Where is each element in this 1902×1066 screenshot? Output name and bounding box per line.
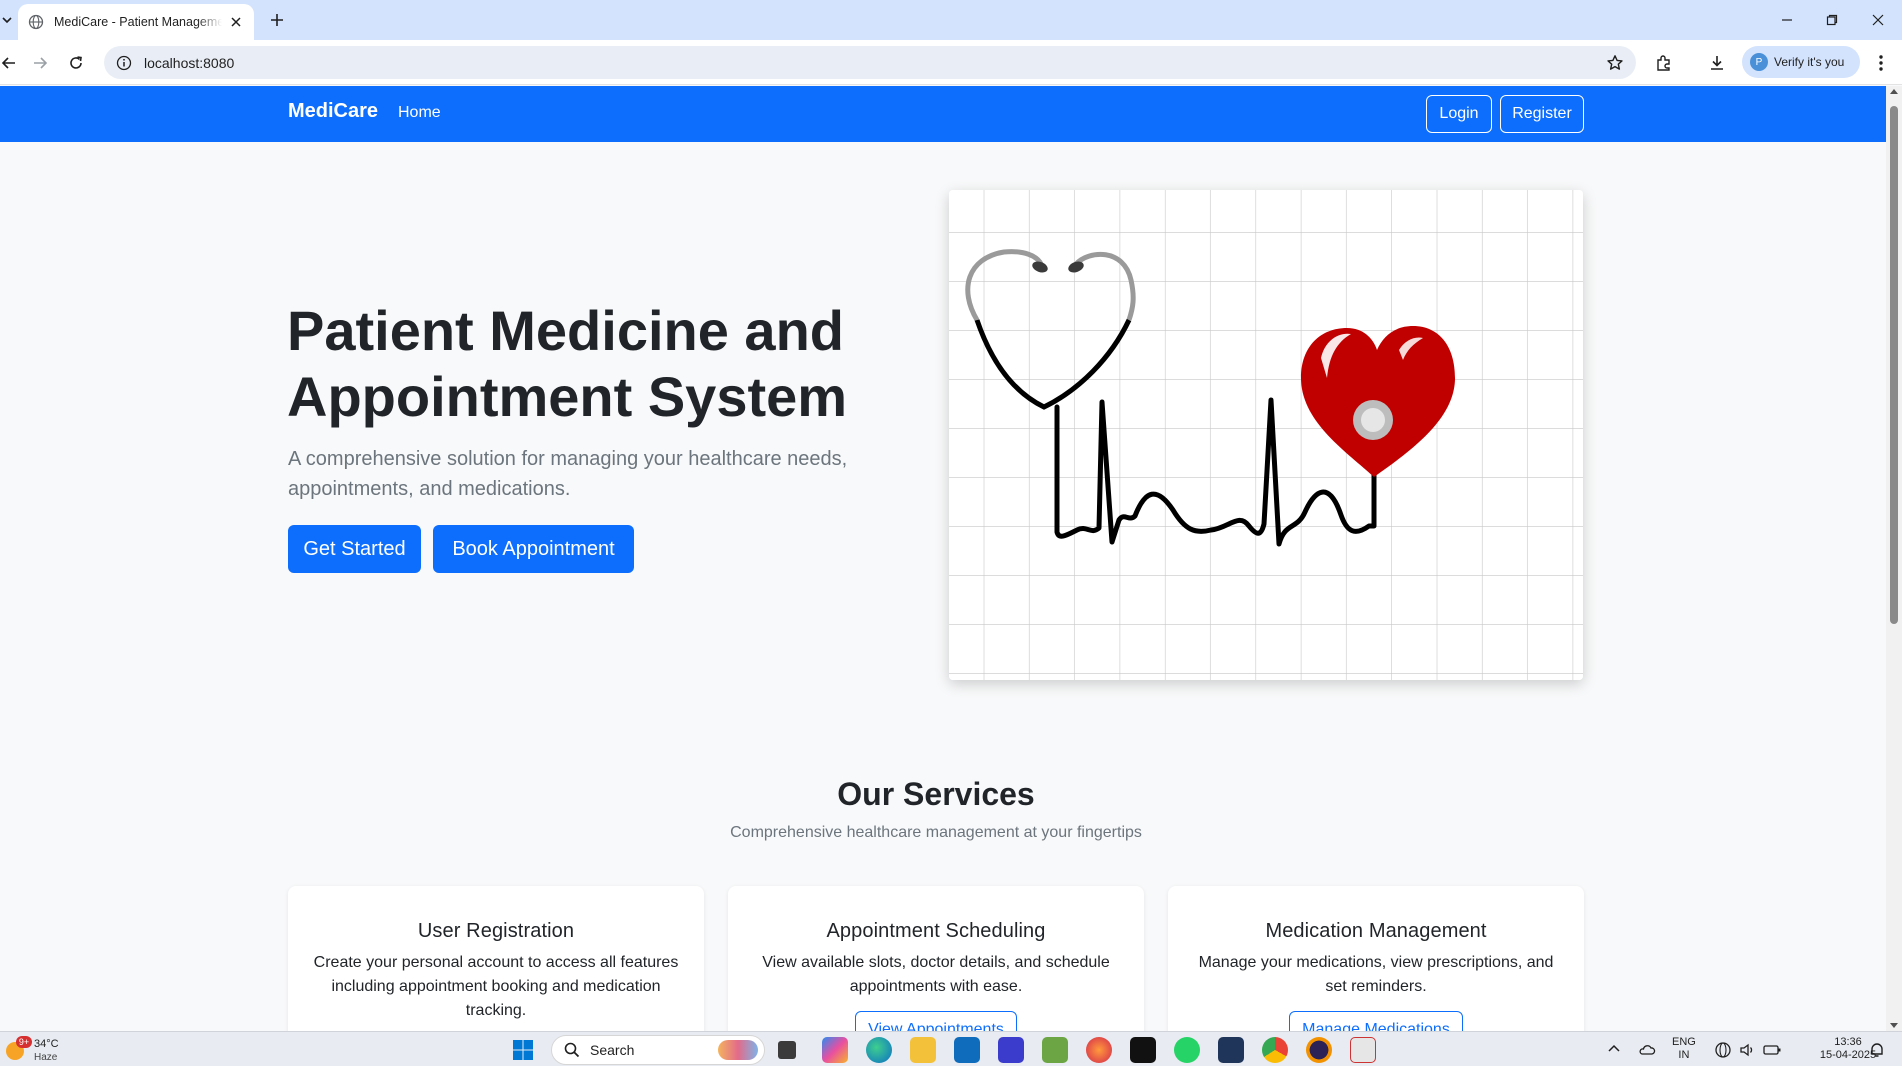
outlook-icon[interactable]: [954, 1037, 980, 1063]
globe-icon: [28, 14, 44, 30]
login-button[interactable]: Login: [1426, 95, 1492, 133]
service-card-user-registration: User Registration Create your personal a…: [288, 886, 704, 1031]
browser-tab[interactable]: MediCare - Patient Management: [18, 4, 254, 40]
site-info-icon[interactable]: [116, 55, 132, 71]
new-tab-plus-icon[interactable]: [266, 9, 288, 31]
language-indicator[interactable]: ENG IN: [1672, 1036, 1696, 1062]
lang-code: ENG: [1672, 1036, 1696, 1048]
card-text: Create your personal account to access a…: [313, 954, 679, 1019]
network-globe-icon[interactable]: [1714, 1041, 1732, 1059]
hero-illustration: [949, 190, 1583, 680]
weather-temperature: 34°C: [34, 1038, 59, 1050]
nav-link-home[interactable]: Home: [398, 104, 441, 122]
forward-arrow-icon[interactable]: [27, 50, 53, 76]
book-appointment-button[interactable]: Book Appointment: [433, 525, 634, 573]
weather-condition: Haze: [34, 1052, 58, 1063]
services-title: Our Services: [837, 776, 1035, 812]
hero-subtitle-line2: appointments, and medications.: [288, 478, 571, 500]
eclipse-icon[interactable]: [1306, 1037, 1332, 1063]
notification-badge: 9+: [16, 1036, 32, 1048]
hero-subtitle: A comprehensive solution for managing yo…: [288, 444, 868, 504]
browser-toolbar: P Verify it's you: [0, 40, 1902, 85]
view-appointments-button[interactable]: View Appointments: [855, 1011, 1017, 1031]
chrome-icon[interactable]: [1262, 1037, 1288, 1063]
card-title: Appointment Scheduling: [826, 920, 1046, 942]
whatsapp-icon[interactable]: [1174, 1037, 1200, 1063]
scroll-up-arrow-icon[interactable]: [1890, 88, 1898, 96]
clock-time: 13:36: [1834, 1036, 1862, 1048]
scrollbar-thumb[interactable]: [1890, 106, 1898, 624]
windows-start-icon[interactable]: [510, 1037, 536, 1063]
browser-tab-strip: MediCare - Patient Management: [0, 0, 1902, 40]
hero-title: Patient Medicine and Appointment System: [287, 298, 907, 430]
hero-title-line2: Appointment System: [287, 365, 848, 428]
extensions-puzzle-icon[interactable]: [1651, 50, 1677, 76]
search-highlight-icon: [718, 1040, 758, 1060]
page-viewport: MediCare Home Login Register Patient Med…: [0, 86, 1886, 1031]
taskbar-search-label: Search: [590, 1042, 635, 1058]
download-icon[interactable]: [1704, 50, 1730, 76]
search-icon: [564, 1042, 580, 1058]
top-navbar: MediCare Home Login Register: [0, 86, 1886, 142]
profile-avatar-icon: P: [1750, 53, 1768, 71]
firefox-icon[interactable]: [1086, 1037, 1112, 1063]
file-explorer-icon[interactable]: [910, 1037, 936, 1063]
restore-icon[interactable]: [1810, 6, 1854, 34]
bookmark-star-icon[interactable]: [1606, 54, 1624, 72]
stethoscope-heartbeat-image: [949, 190, 1583, 680]
battery-icon[interactable]: [1762, 1041, 1782, 1059]
notepad-icon[interactable]: [1042, 1037, 1068, 1063]
manage-medications-button[interactable]: Manage Medications: [1289, 1011, 1463, 1031]
onedrive-icon[interactable]: [1638, 1041, 1656, 1059]
weather-widget[interactable]: 9+ 34°C Haze: [4, 1036, 74, 1064]
card-title: User Registration: [417, 920, 575, 942]
task-view-icon[interactable]: [778, 1041, 796, 1059]
windows-taskbar: 9+ 34°C Haze Search ENG IN 13:36 15-04-2…: [0, 1031, 1902, 1066]
back-arrow-icon[interactable]: [0, 50, 22, 76]
brand-logo[interactable]: MediCare: [288, 100, 378, 123]
close-tab-icon[interactable]: [228, 14, 244, 30]
card-text: View available slots, doctor details, an…: [762, 954, 1110, 995]
tab-title: MediCare - Patient Management: [54, 15, 222, 29]
visual-studio-icon[interactable]: [998, 1037, 1024, 1063]
service-card-appointment-scheduling: Appointment Scheduling View available sl…: [728, 886, 1144, 1031]
verify-label: Verify it's you: [1774, 55, 1845, 69]
reload-icon[interactable]: [63, 50, 89, 76]
verify-profile-button[interactable]: P Verify it's you: [1742, 46, 1860, 78]
hero-title-line1: Patient Medicine and: [287, 299, 844, 362]
get-started-button[interactable]: Get Started: [288, 525, 421, 573]
tab-search-chevron-icon[interactable]: [0, 10, 14, 30]
services-subtitle: Comprehensive healthcare management at y…: [730, 824, 1142, 841]
show-hidden-icons-chevron-icon[interactable]: [1606, 1041, 1622, 1057]
lang-region: IN: [1678, 1049, 1690, 1061]
card-text: Manage your medications, view prescripti…: [1198, 954, 1554, 995]
card-title: Medication Management: [1265, 920, 1487, 942]
app-icon[interactable]: [1350, 1037, 1376, 1063]
scroll-down-arrow-icon[interactable]: [1890, 1021, 1898, 1029]
sql-developer-icon[interactable]: [1218, 1037, 1244, 1063]
service-card-medication-management: Medication Management Manage your medica…: [1168, 886, 1584, 1031]
address-bar[interactable]: [104, 46, 1636, 79]
copilot-icon[interactable]: [822, 1037, 848, 1063]
close-window-icon[interactable]: [1856, 6, 1900, 34]
more-menu-icon[interactable]: [1868, 50, 1894, 76]
page-scrollbar[interactable]: [1886, 86, 1902, 1031]
hero-subtitle-line1: A comprehensive solution for managing yo…: [288, 448, 848, 470]
terminal-icon[interactable]: [1130, 1037, 1156, 1063]
register-button[interactable]: Register: [1500, 95, 1584, 133]
notifications-bell-icon[interactable]: [1868, 1041, 1886, 1059]
minimize-icon[interactable]: [1765, 6, 1809, 34]
edge-icon[interactable]: [866, 1037, 892, 1063]
volume-icon[interactable]: [1738, 1041, 1756, 1059]
url-input[interactable]: [144, 54, 1444, 71]
taskbar-search-box[interactable]: Search: [551, 1035, 765, 1065]
